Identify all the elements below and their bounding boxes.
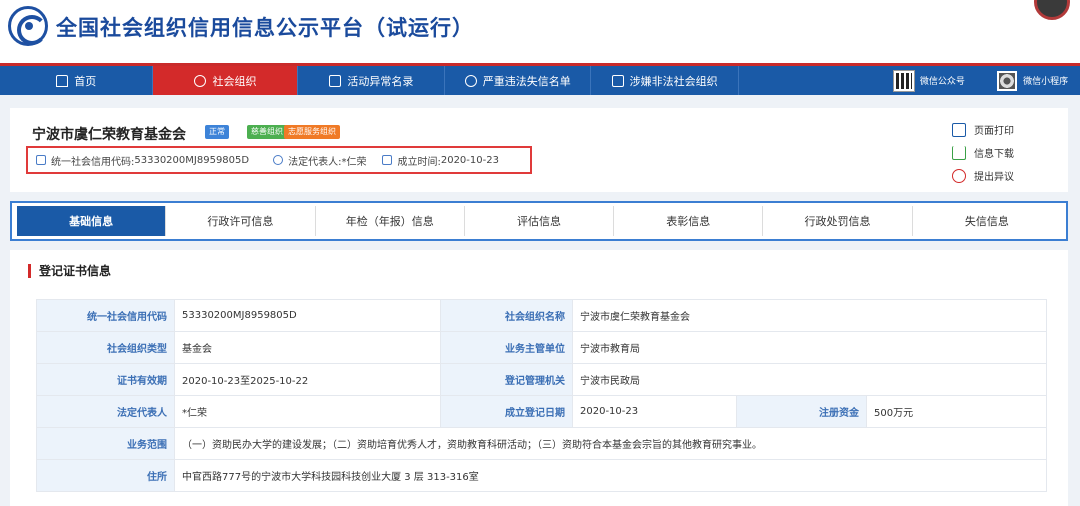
person-icon xyxy=(273,155,284,165)
table-row: 社会组织类型 基金会 业务主管单位 宁波市教育局 xyxy=(36,331,1048,364)
legal-rep-value: *仁荣 xyxy=(341,156,367,168)
download-label: 信息下载 xyxy=(974,149,1014,160)
wechat-mini-link[interactable]: 微信小程序 xyxy=(985,66,1080,95)
wechat-mini-label: 微信小程序 xyxy=(1023,77,1069,87)
objection-label: 提出异议 xyxy=(974,172,1014,183)
org-name: 宁波市虞仁荣教育基金会 xyxy=(32,127,186,143)
table-label: 业务主管单位 xyxy=(440,331,573,364)
table-value: 基金会 xyxy=(174,331,441,364)
table-value: 宁波市虞仁荣教育基金会 xyxy=(571,299,1048,332)
table-value: 2020-10-23至2025-10-22 xyxy=(174,363,441,396)
wechat-official-link[interactable]: 微信公众号 xyxy=(874,66,986,95)
tab-commendation[interactable]: 表彰信息 xyxy=(614,206,764,236)
founded-value: 2020-10-23 xyxy=(440,154,499,166)
table-label: 住所 xyxy=(36,459,175,492)
table-label: 法定代表人 xyxy=(36,395,175,428)
exclamation-icon xyxy=(952,168,966,183)
shield-icon xyxy=(464,74,477,87)
list-icon xyxy=(329,74,342,87)
table-value: 53330200MJ8959805D xyxy=(174,299,441,332)
table-row: 统一社会信用代码 53330200MJ8959805D 社会组织名称 宁波市虞仁… xyxy=(36,299,1048,332)
tab-admin-penalty[interactable]: 行政处罚信息 xyxy=(763,206,913,236)
table-row: 法定代表人 *仁荣 成立登记日期 2020-10-23 注册资金 500万元 xyxy=(36,395,1048,428)
objection-button[interactable]: 提出异议 xyxy=(952,164,1062,187)
table-row: 业务范围 （一）资助民办大学的建设发展；（二）资助培育优秀人才，资助教育科研活动… xyxy=(36,427,1048,460)
tab-basic-info[interactable]: 基础信息 xyxy=(17,206,167,236)
table-row: 证书有效期 2020-10-23至2025-10-22 登记管理机关 宁波市民政… xyxy=(36,363,1048,396)
home-icon xyxy=(56,74,69,87)
table-label: 社会组织名称 xyxy=(440,299,573,332)
download-button[interactable]: 信息下载 xyxy=(952,141,1062,164)
side-actions: 页面打印 信息下载 提出异议 xyxy=(952,118,1062,187)
nav-item-label: 严重违法失信名单 xyxy=(482,74,571,88)
table-value: （一）资助民办大学的建设发展；（二）资助培育优秀人才，资助教育科研活动；（三）资… xyxy=(173,427,1048,460)
qr-code-icon xyxy=(892,69,915,92)
table-value: 500万元 xyxy=(865,395,1048,428)
table-row: 住所 中官西路777号的宁波市大学科技园科技创业大厦 3 层 313-316室 xyxy=(36,459,1048,492)
credit-code-label: 统一社会信用代码: xyxy=(51,156,135,168)
table-label: 证书有效期 xyxy=(36,363,175,396)
nav-item-label: 社会组织 xyxy=(212,74,257,88)
table-value: *仁荣 xyxy=(174,395,441,428)
tab-dishonesty[interactable]: 失信信息 xyxy=(913,206,1061,236)
print-button[interactable]: 页面打印 xyxy=(952,118,1062,141)
corner-button[interactable] xyxy=(1034,0,1070,20)
main-content: 登记证书信息 统一社会信用代码 53330200MJ8959805D 社会组织名… xyxy=(10,250,1068,506)
tab-evaluation[interactable]: 评估信息 xyxy=(465,206,615,236)
table-label: 成立登记日期 xyxy=(440,395,573,428)
table-label: 登记管理机关 xyxy=(440,363,573,396)
printer-icon xyxy=(952,122,966,137)
site-header: 全国社会组织信用信息公示平台（试运行） xyxy=(0,0,1080,63)
table-label: 注册资金 xyxy=(736,395,867,428)
wechat-official-label: 微信公众号 xyxy=(919,77,965,87)
table-value: 2020-10-23 xyxy=(572,395,737,428)
alert-icon xyxy=(611,74,624,87)
tab-admin-license[interactable]: 行政许可信息 xyxy=(166,206,316,236)
mini-program-icon xyxy=(997,70,1018,91)
org-summary-card: 宁波市虞仁荣教育基金会 正常 慈善组织 志愿服务组织 统一社会信用代码: 533… xyxy=(10,108,1068,192)
table-value: 宁波市民政局 xyxy=(571,363,1048,396)
calendar-icon xyxy=(382,155,393,165)
legal-rep-label: 法定代表人: xyxy=(288,156,342,168)
tab-annual-report[interactable]: 年检（年报）信息 xyxy=(316,206,465,236)
volunteer-badge: 志愿服务组织 xyxy=(284,125,340,139)
nav-item-illegal-orgs[interactable]: 涉嫌非法社会组织 xyxy=(591,66,740,95)
info-tabs: 基础信息 行政许可信息 年检（年报）信息 评估信息 表彰信息 行政处罚信息 失信… xyxy=(10,201,1068,241)
founded-label: 成立时间: xyxy=(397,156,441,168)
nav-item-home[interactable]: 首页 xyxy=(0,66,154,95)
status-badge: 正常 xyxy=(205,125,229,139)
nav-item-spacer xyxy=(739,66,874,95)
nav-item-abnormal-list[interactable]: 活动异常名录 xyxy=(298,66,446,95)
org-icon xyxy=(194,74,207,87)
table-label: 业务范围 xyxy=(36,427,175,460)
table-label: 社会组织类型 xyxy=(36,331,175,364)
section-title: 登记证书信息 xyxy=(28,264,111,278)
main-nav: 首页 社会组织 活动异常名录 严重违法失信名单 涉嫌非法社会组织 微信公众号 微… xyxy=(0,63,1080,95)
download-icon xyxy=(952,145,966,160)
table-label: 统一社会信用代码 xyxy=(36,299,175,332)
org-key-info: 统一社会信用代码: 53330200MJ8959805D 法定代表人: *仁荣 … xyxy=(26,146,532,174)
nav-item-orgs[interactable]: 社会组织 xyxy=(153,66,299,95)
print-label: 页面打印 xyxy=(974,126,1014,137)
table-value: 宁波市教育局 xyxy=(571,331,1048,364)
registration-table: 统一社会信用代码 53330200MJ8959805D 社会组织名称 宁波市虞仁… xyxy=(36,299,1048,492)
nav-item-label: 活动异常名录 xyxy=(347,74,414,88)
credit-code-value: 53330200MJ8959805D xyxy=(134,154,250,166)
book-icon xyxy=(36,155,46,165)
site-title[interactable]: 全国社会组织信用信息公示平台（试运行） xyxy=(56,12,474,42)
table-value: 中官西路777号的宁波市大学科技园科技创业大厦 3 层 313-316室 xyxy=(173,459,1048,492)
nav-item-label: 首页 xyxy=(74,74,97,88)
site-logo-icon[interactable] xyxy=(8,6,48,46)
nav-item-label: 涉嫌非法社会组织 xyxy=(629,74,718,88)
charity-badge: 慈善组织 xyxy=(247,125,287,139)
nav-item-blacklist[interactable]: 严重违法失信名单 xyxy=(445,66,592,95)
